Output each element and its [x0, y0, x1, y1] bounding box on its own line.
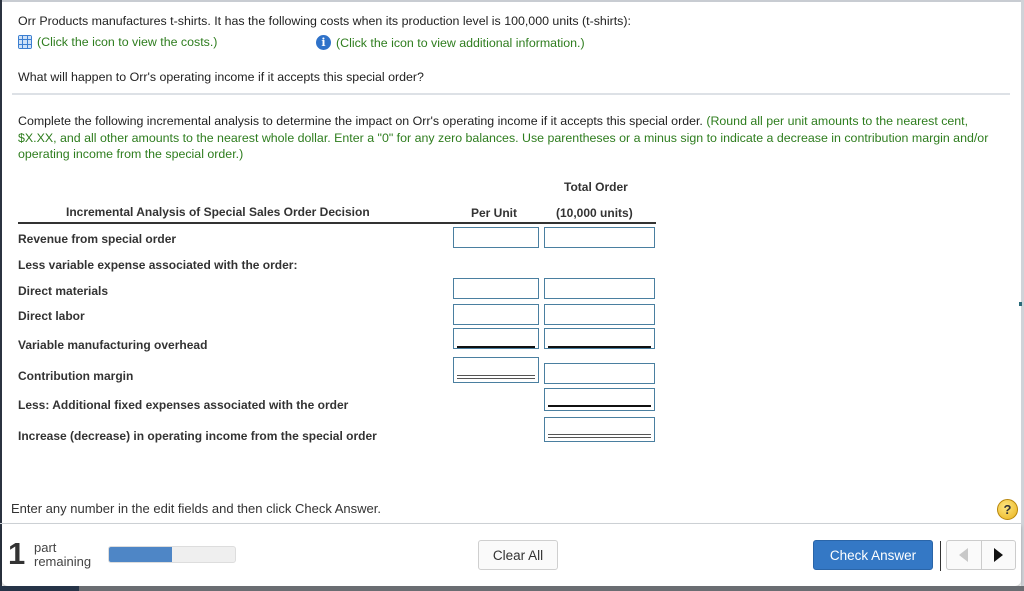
row-label-variable-overhead: Variable manufacturing overhead	[18, 338, 208, 352]
window-top-border	[0, 0, 1024, 2]
header-total-units: (10,000 units)	[556, 206, 633, 220]
previous-arrow-icon	[959, 548, 969, 562]
progress-bar	[108, 546, 236, 563]
window-left-border	[0, 0, 2, 591]
operating-income-total-input[interactable]	[544, 417, 655, 442]
contribution-margin-total-input[interactable]	[544, 363, 655, 384]
table-title: Incremental Analysis of Special Sales Or…	[66, 205, 370, 219]
parts-label-remaining: remaining	[34, 554, 92, 569]
revenue-per-unit-input[interactable]	[453, 227, 539, 248]
next-button[interactable]	[980, 541, 1016, 569]
instructions-main: Complete the following incremental analy…	[18, 114, 703, 128]
direct-materials-per-unit-input[interactable]	[453, 278, 539, 299]
section-divider	[12, 93, 1010, 95]
parts-label-part: part	[34, 540, 57, 555]
help-icon[interactable]: ?	[997, 499, 1018, 520]
direct-labor-per-unit-input[interactable]	[453, 304, 539, 325]
row-label-less-variable: Less variable expense associated with th…	[18, 258, 298, 272]
parts-remaining-label: part remaining	[34, 541, 91, 569]
view-info-text[interactable]: (Click the icon to view additional infor…	[336, 36, 585, 50]
row-label-operating-income: Increase (decrease) in operating income …	[18, 429, 377, 443]
progress-fill	[109, 547, 172, 562]
table-grid-icon[interactable]	[18, 35, 32, 49]
single-underline	[548, 346, 651, 348]
question-navigation	[946, 540, 1016, 570]
instructions: Complete the following incremental analy…	[18, 113, 993, 163]
header-per-unit: Per Unit	[471, 206, 518, 220]
check-answer-button[interactable]: Check Answer	[813, 540, 933, 570]
button-separator	[940, 541, 941, 571]
row-label-direct-materials: Direct materials	[18, 284, 109, 298]
resize-marker	[1019, 302, 1022, 306]
fixed-expenses-total-input[interactable]	[544, 388, 655, 411]
row-label-revenue: Revenue from special order	[18, 232, 177, 246]
view-costs-text[interactable]: (Click the icon to view the costs.)	[37, 35, 217, 49]
row-label-fixed-expenses: Less: Additional fixed expenses associat…	[18, 398, 349, 412]
problem-intro: Orr Products manufactures t-shirts. It h…	[18, 14, 631, 28]
parts-remaining-count: 1	[8, 536, 26, 571]
direct-labor-total-input[interactable]	[544, 304, 655, 325]
previous-button[interactable]	[947, 541, 981, 569]
view-costs-link[interactable]: (Click the icon to view the costs.)	[18, 35, 217, 49]
view-info-link[interactable]: i (Click the icon to view additional inf…	[316, 35, 585, 50]
double-underline	[548, 434, 651, 438]
header-total-order: Total Order	[564, 180, 628, 194]
row-label-contribution-margin: Contribution margin	[18, 369, 134, 383]
single-underline	[548, 405, 651, 407]
info-icon[interactable]: i	[316, 35, 331, 50]
clear-all-button[interactable]: Clear All	[478, 540, 558, 570]
direct-materials-total-input[interactable]	[544, 278, 655, 299]
single-underline	[457, 346, 535, 348]
bottom-strip	[0, 586, 1024, 591]
header-rule	[18, 222, 656, 224]
footer-hint: Enter any number in the edit fields and …	[11, 501, 381, 516]
double-underline	[457, 375, 535, 379]
next-arrow-icon	[993, 548, 1003, 562]
revenue-total-input[interactable]	[544, 227, 655, 248]
row-label-direct-labor: Direct labor	[18, 309, 85, 323]
question-text: What will happen to Orr's operating inco…	[18, 70, 424, 84]
contribution-margin-per-unit-input[interactable]	[453, 357, 539, 383]
